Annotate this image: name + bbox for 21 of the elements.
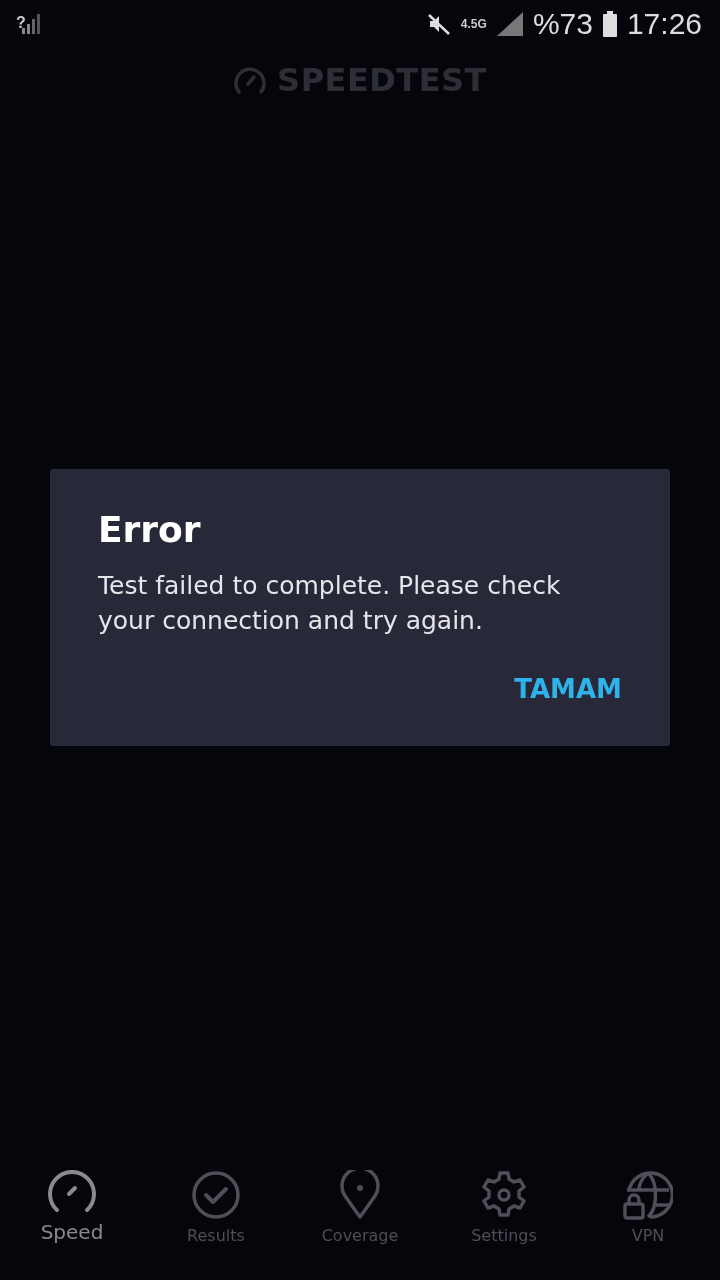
nav-tab[interactable]: Coverage xyxy=(290,1170,430,1245)
sim-status: ? xyxy=(16,14,26,32)
clock: 17:26 xyxy=(626,7,702,41)
battery-percent: %73 xyxy=(532,7,593,41)
network-type: 4.5G xyxy=(460,17,487,31)
dialog-message: Test failed to complete. Please check your connection and try again. xyxy=(98,569,562,637)
globe-lock-icon xyxy=(623,1170,673,1220)
nav-tab[interactable]: Results xyxy=(146,1170,286,1245)
map-pin-icon xyxy=(340,1170,380,1220)
nav-tab[interactable]: Speed xyxy=(2,1170,142,1244)
checkmark-circle-icon xyxy=(191,1170,241,1220)
nav-tab[interactable]: Settings xyxy=(434,1170,574,1245)
ok-button[interactable]: TAMAM xyxy=(514,667,622,710)
mute-icon xyxy=(426,12,451,36)
nav-tab[interactable]: VPN xyxy=(578,1170,718,1245)
settings-icon xyxy=(479,1170,529,1220)
gauge-icon xyxy=(233,65,268,95)
battery-icon xyxy=(602,11,617,37)
gauge-icon xyxy=(47,1170,97,1214)
dialog-title: Error xyxy=(98,508,202,550)
signal-icon xyxy=(496,12,523,36)
